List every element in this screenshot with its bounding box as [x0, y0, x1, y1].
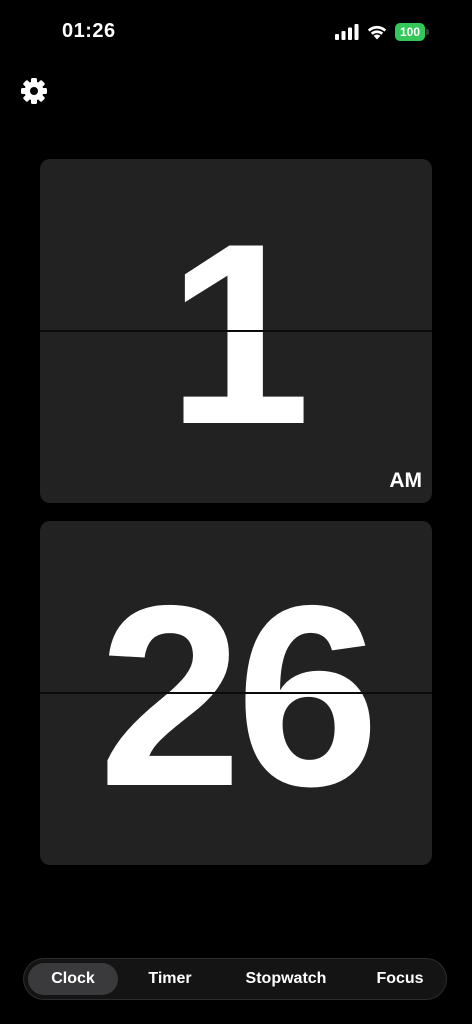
tab-clock[interactable]: Clock: [28, 963, 118, 995]
tab-timer[interactable]: Timer: [130, 963, 210, 995]
wifi-icon: [367, 25, 387, 40]
battery-icon: 100: [395, 23, 429, 41]
battery-tip: [426, 29, 429, 35]
gear-icon: [21, 78, 47, 104]
settings-button[interactable]: [19, 76, 49, 106]
status-bar: 01:26 100: [0, 0, 472, 60]
period-label: AM: [389, 469, 422, 492]
tab-bar: Clock Timer Stopwatch Focus: [23, 958, 447, 1000]
tab-stopwatch[interactable]: Stopwatch: [232, 963, 340, 995]
minutes-card: 26: [40, 521, 432, 865]
battery-level: 100: [395, 23, 425, 41]
status-time: 01:26: [62, 20, 116, 42]
hours-card: 1 AM: [40, 159, 432, 503]
signal-icon: [335, 24, 359, 40]
flip-divider: [40, 330, 432, 332]
flip-divider: [40, 692, 432, 694]
tab-focus[interactable]: Focus: [360, 963, 440, 995]
